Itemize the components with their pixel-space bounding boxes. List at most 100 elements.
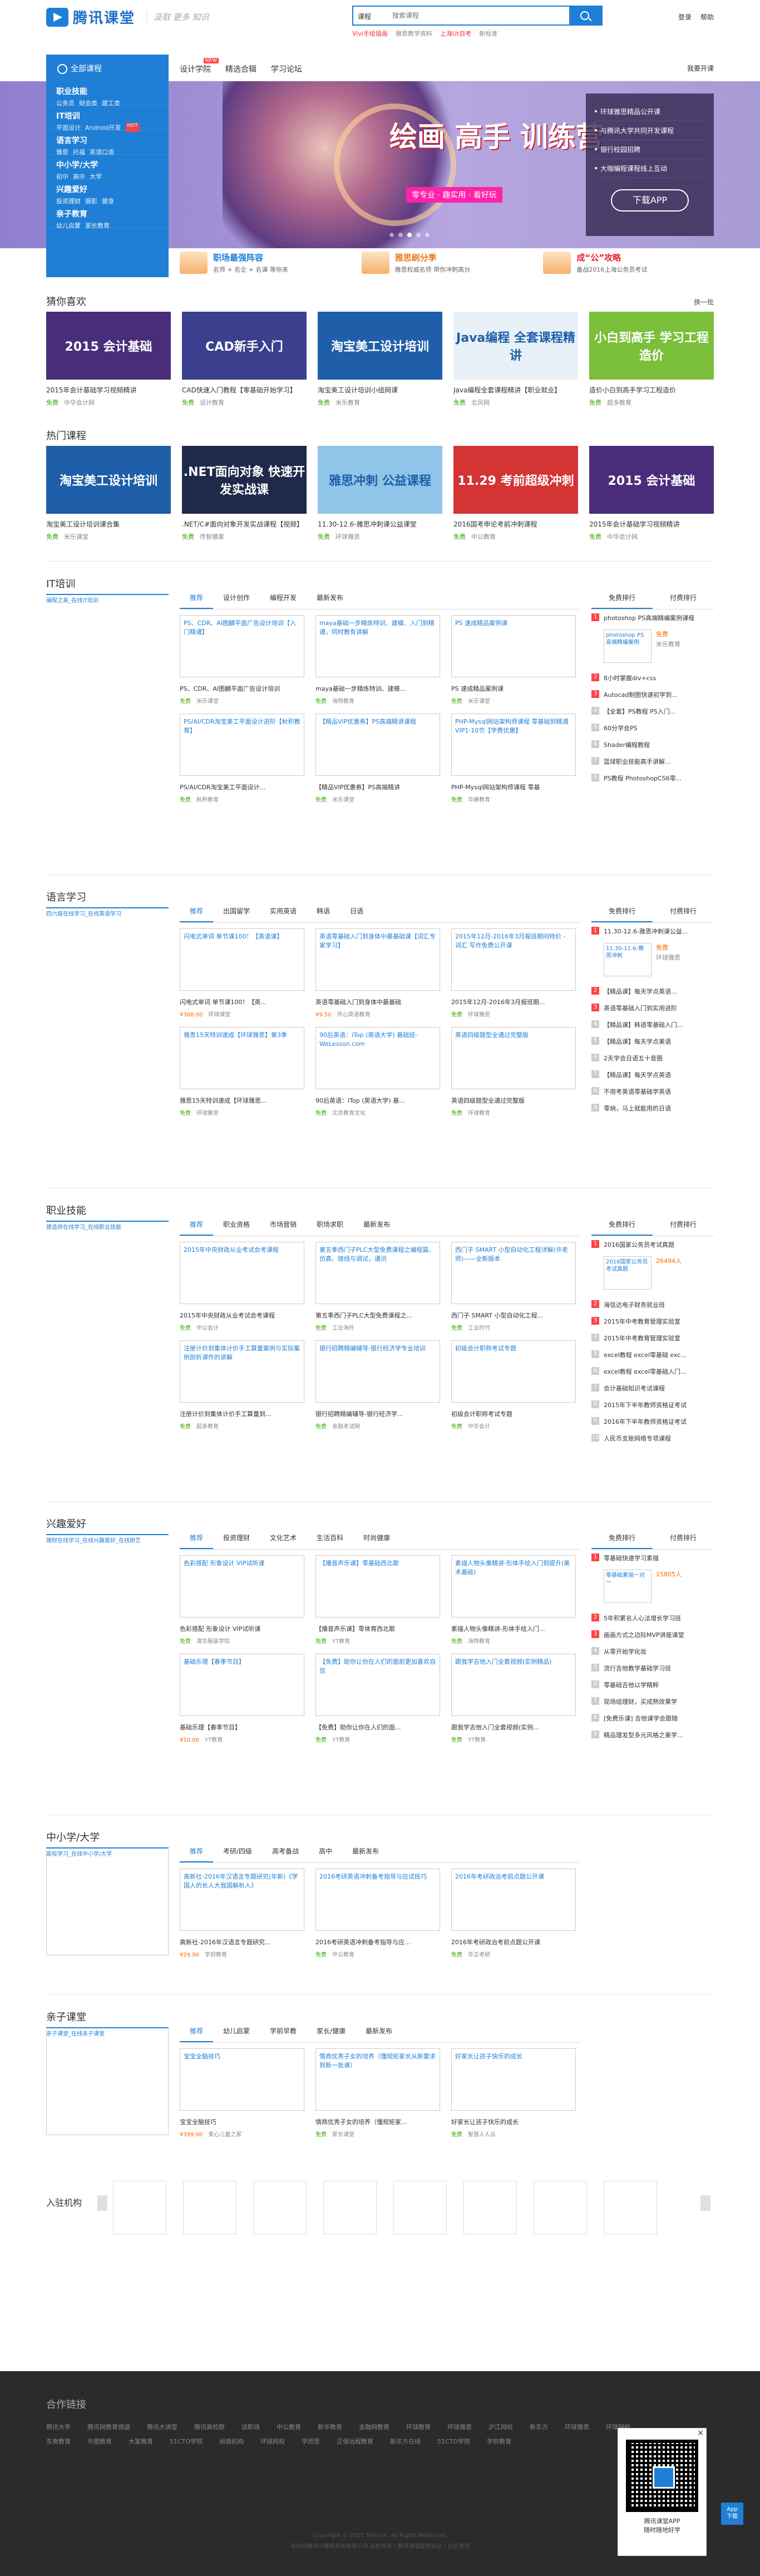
course-name[interactable]: 2016国考申论考前冲刺课程: [453, 519, 578, 529]
course-org[interactable]: 环球课堂: [208, 1012, 230, 1018]
course-item[interactable]: 2016考研英语冲刺备考指导与应试技巧 2016考研英语冲刺备考指导与应... 免费…: [315, 1869, 440, 1958]
course-thumbnail[interactable]: 小白到高手 学习工程造价: [589, 312, 714, 380]
ranking-item[interactable]: 8 [免费乐课] 吉他课学会跟随: [591, 1710, 714, 1727]
block-left-banner[interactable]: [46, 1850, 169, 1955]
course-name[interactable]: 2015年12月-2016年3月报班期...: [451, 997, 576, 1006]
block-tab[interactable]: 市场营销: [260, 1220, 307, 1236]
category-sub[interactable]: 平面设计: [56, 123, 81, 132]
course-name[interactable]: 宝宝全脑技巧: [180, 2117, 304, 2126]
ranking-item-title[interactable]: 流行吉他教学基础学习班: [604, 1665, 671, 1672]
course-thumbnail-placeholder[interactable]: PS 速成精品案例课: [451, 615, 576, 677]
ranking-item-title[interactable]: excel教程 excel零基础入门...: [604, 1368, 687, 1375]
ranking-tab[interactable]: 付费排行: [653, 1533, 714, 1549]
footer-link[interactable]: 谈职场: [241, 2422, 260, 2431]
course-item[interactable]: 基础乐理【春季节目】 基础乐理【春季节目】 ¥10.00 YT教育: [180, 1654, 304, 1743]
course-thumbnail[interactable]: CAD新手入门: [182, 312, 307, 380]
course-org[interactable]: 智慧人人云: [468, 2132, 496, 2138]
ranking-item[interactable]: 5 excel教程 excel零基础 exc...: [591, 1346, 714, 1363]
block-title[interactable]: 兴趣爱好: [46, 1516, 86, 1531]
ranking-item[interactable]: 7 现场组理财，买成熟效果学: [591, 1693, 714, 1710]
course-name[interactable]: 初级会计职称考试专题: [451, 1409, 576, 1418]
course-org[interactable]: 秋积教育: [196, 797, 219, 803]
partners-prev-arrow[interactable]: [97, 2195, 107, 2211]
ranking-item-title[interactable]: 零纳，马上就能用的日语: [604, 1105, 671, 1112]
course-thumbnail-placeholder[interactable]: PHP-Mysql网站架构师课程 零基础到精通 VIP1-10节【学费优惠】: [451, 714, 576, 776]
search-scope-select[interactable]: 课程: [353, 7, 392, 24]
help-link[interactable]: 帮助: [700, 12, 714, 22]
ranking-item[interactable]: 9 2016年下半年教师资格证考试: [591, 1413, 714, 1430]
course-card[interactable]: 淘宝美工设计培训 淘宝美工设计培训小组网课 免费 米乐教育: [318, 312, 442, 407]
course-item[interactable]: 色彩搭配 形象设计 VIP试听课 色彩搭配 形象设计 VIP试听课 免费 清华服装学院: [180, 1555, 304, 1645]
carousel-dot[interactable]: [416, 233, 421, 237]
partner-logo[interactable]: [393, 2181, 447, 2234]
course-org[interactable]: 传智播客: [200, 533, 224, 540]
ranking-item[interactable]: 3 2015年中考教育管理实验室: [591, 1313, 714, 1330]
block-tab[interactable]: 韩语: [307, 906, 340, 922]
category-sub[interactable]: 摄影: [85, 196, 97, 205]
course-name[interactable]: 情商优秀子女的培养（懂规矩家...: [315, 2117, 440, 2126]
ranking-item-title[interactable]: 会计基础知识考试课程: [604, 1385, 665, 1392]
course-name[interactable]: maya基础一步精炼特训、建模...: [315, 684, 440, 693]
footer-link[interactable]: 腾讯网教育频道: [87, 2422, 130, 2431]
course-card[interactable]: 2015 会计基础 2015年会计基础学习视频精讲 免费 中华会计网: [589, 446, 714, 541]
course-item[interactable]: 西门子 SMART 小型自动化工程详解(许老师)——全新版本 西门子 SMART …: [451, 1242, 576, 1331]
ranking-tab[interactable]: 付费排行: [653, 1220, 714, 1236]
ranking-item[interactable]: 8 PS教程 PhotoshopCS6零...: [591, 770, 714, 786]
course-name[interactable]: 基础乐理【春季节目】: [180, 1723, 304, 1732]
block-tab[interactable]: 学前早教: [260, 2026, 307, 2042]
carousel-dot-active[interactable]: [407, 233, 412, 237]
ranking-item-title[interactable]: 篮球职业技能高手讲解...: [604, 758, 671, 765]
course-name[interactable]: 90后英语：iTop (英语大学) 基...: [315, 1096, 440, 1105]
side-panel-item[interactable]: 大咖编程课程线上互动: [595, 159, 705, 178]
course-org[interactable]: 工业时代: [468, 1325, 490, 1331]
ranking-item[interactable]: 4 【精品课】韩语零基础入门...: [591, 1016, 714, 1033]
course-item[interactable]: 2015年12月-2016年3月报班期间特价 - 词汇 写作免费公开课 2015年…: [451, 928, 576, 1018]
category-sub[interactable]: 英语口语: [90, 148, 114, 156]
footer-link[interactable]: 新东方: [530, 2422, 548, 2431]
ranking-item[interactable]: 7 会计基础知识考试课程: [591, 1380, 714, 1397]
course-name[interactable]: 11.30-12.6-雅思冲刺课公益课堂: [318, 519, 442, 529]
course-name[interactable]: PS/AI/CDR淘宝美工平面设计...: [180, 783, 304, 792]
ranking-feature[interactable]: photoshop PS高端精编案例 免费 米乐教育: [591, 626, 714, 670]
ranking-item-title[interactable]: 2015年中考教育管理实验室: [604, 1318, 680, 1325]
carousel-dot[interactable]: [425, 233, 430, 237]
ranking-item-title[interactable]: 11.30-12.6-雅思冲刺课公益...: [604, 928, 688, 935]
ranking-item-title[interactable]: 人民币支账网络专项课程: [604, 1435, 671, 1442]
course-name[interactable]: PS 速成精品案例课: [451, 684, 576, 693]
footer-link[interactable]: 腾讯高校群: [194, 2422, 225, 2431]
course-org[interactable]: 家长课堂: [332, 2132, 354, 2138]
category-sub[interactable]: 健身: [102, 196, 114, 205]
block-tab[interactable]: 最新发布: [353, 1220, 400, 1236]
course-org[interactable]: 设计教育: [200, 399, 224, 406]
course-name[interactable]: 高新社-2016年汉语言专题研究...: [180, 1938, 304, 1946]
block-tab[interactable]: 最新发布: [356, 2026, 402, 2042]
ranking-item-title[interactable]: photoshop PS高端精编案例课程: [604, 614, 694, 622]
course-org[interactable]: YT教育: [468, 1737, 486, 1743]
ranking-item-title[interactable]: 5年积累名人心法增长学习班: [604, 1615, 681, 1622]
course-item[interactable]: 【免费】助你让你在人们的面前更加喜欢自信 【免费】助你让你在人们的面... 免费 YT…: [315, 1654, 440, 1743]
course-name[interactable]: 2015年会计基础学习视频精讲: [589, 519, 714, 529]
ranking-item[interactable]: 10 人民币支账网络专项课程: [591, 1430, 714, 1447]
course-item[interactable]: 英语零基础入门到身体中最基础课【词汇专家学习】 英语零基础入门到身体中最基础 ¥9.…: [315, 928, 440, 1018]
promo-item[interactable]: 雅思刷分季 雅思权威名师 带你冲刺高分: [351, 248, 532, 277]
ranking-tab[interactable]: 付费排行: [653, 593, 714, 609]
course-org[interactable]: 米乐教育: [335, 399, 360, 406]
course-thumbnail-placeholder[interactable]: 宝宝全脑技巧: [180, 2048, 304, 2111]
course-item[interactable]: 注册计价到集体计价手工算量案例与实际案例剖析课件的讲解 注册计价到集体计价手工算量…: [180, 1340, 304, 1430]
block-tab[interactable]: 推荐: [180, 1533, 214, 1549]
ranking-tab[interactable]: 免费排行: [591, 593, 653, 609]
course-thumbnail-placeholder[interactable]: 英语零基础入门到身体中最基础课【词汇专家学习】: [315, 928, 440, 991]
footer-link[interactable]: 中公教育: [277, 2422, 301, 2431]
block-tab[interactable]: 推荐: [180, 2026, 214, 2042]
course-name[interactable]: 雅思15天特训速成【环球雅思...: [180, 1096, 304, 1105]
course-item[interactable]: 跟我学吉他入门全套视频(实例精品) 跟我学吉他入门全套视频(实例... 免费 YT教育: [451, 1654, 576, 1743]
footer-link[interactable]: 新华教育: [318, 2422, 342, 2431]
course-org[interactable]: 清华服装学院: [196, 1639, 230, 1645]
hot-word[interactable]: 上海Ut自考: [440, 29, 471, 38]
side-panel-item[interactable]: 银行校园招聘: [595, 140, 705, 159]
course-org[interactable]: 米乐课堂: [468, 699, 490, 705]
course-name[interactable]: 注册计价到集体计价手工算量到...: [180, 1409, 304, 1418]
course-thumbnail-placeholder[interactable]: 银行招聘精编辅导-银行经济学专业培训: [315, 1340, 440, 1403]
block-tab[interactable]: 文化艺术: [260, 1533, 307, 1549]
block-tab[interactable]: 推荐: [180, 1220, 214, 1236]
